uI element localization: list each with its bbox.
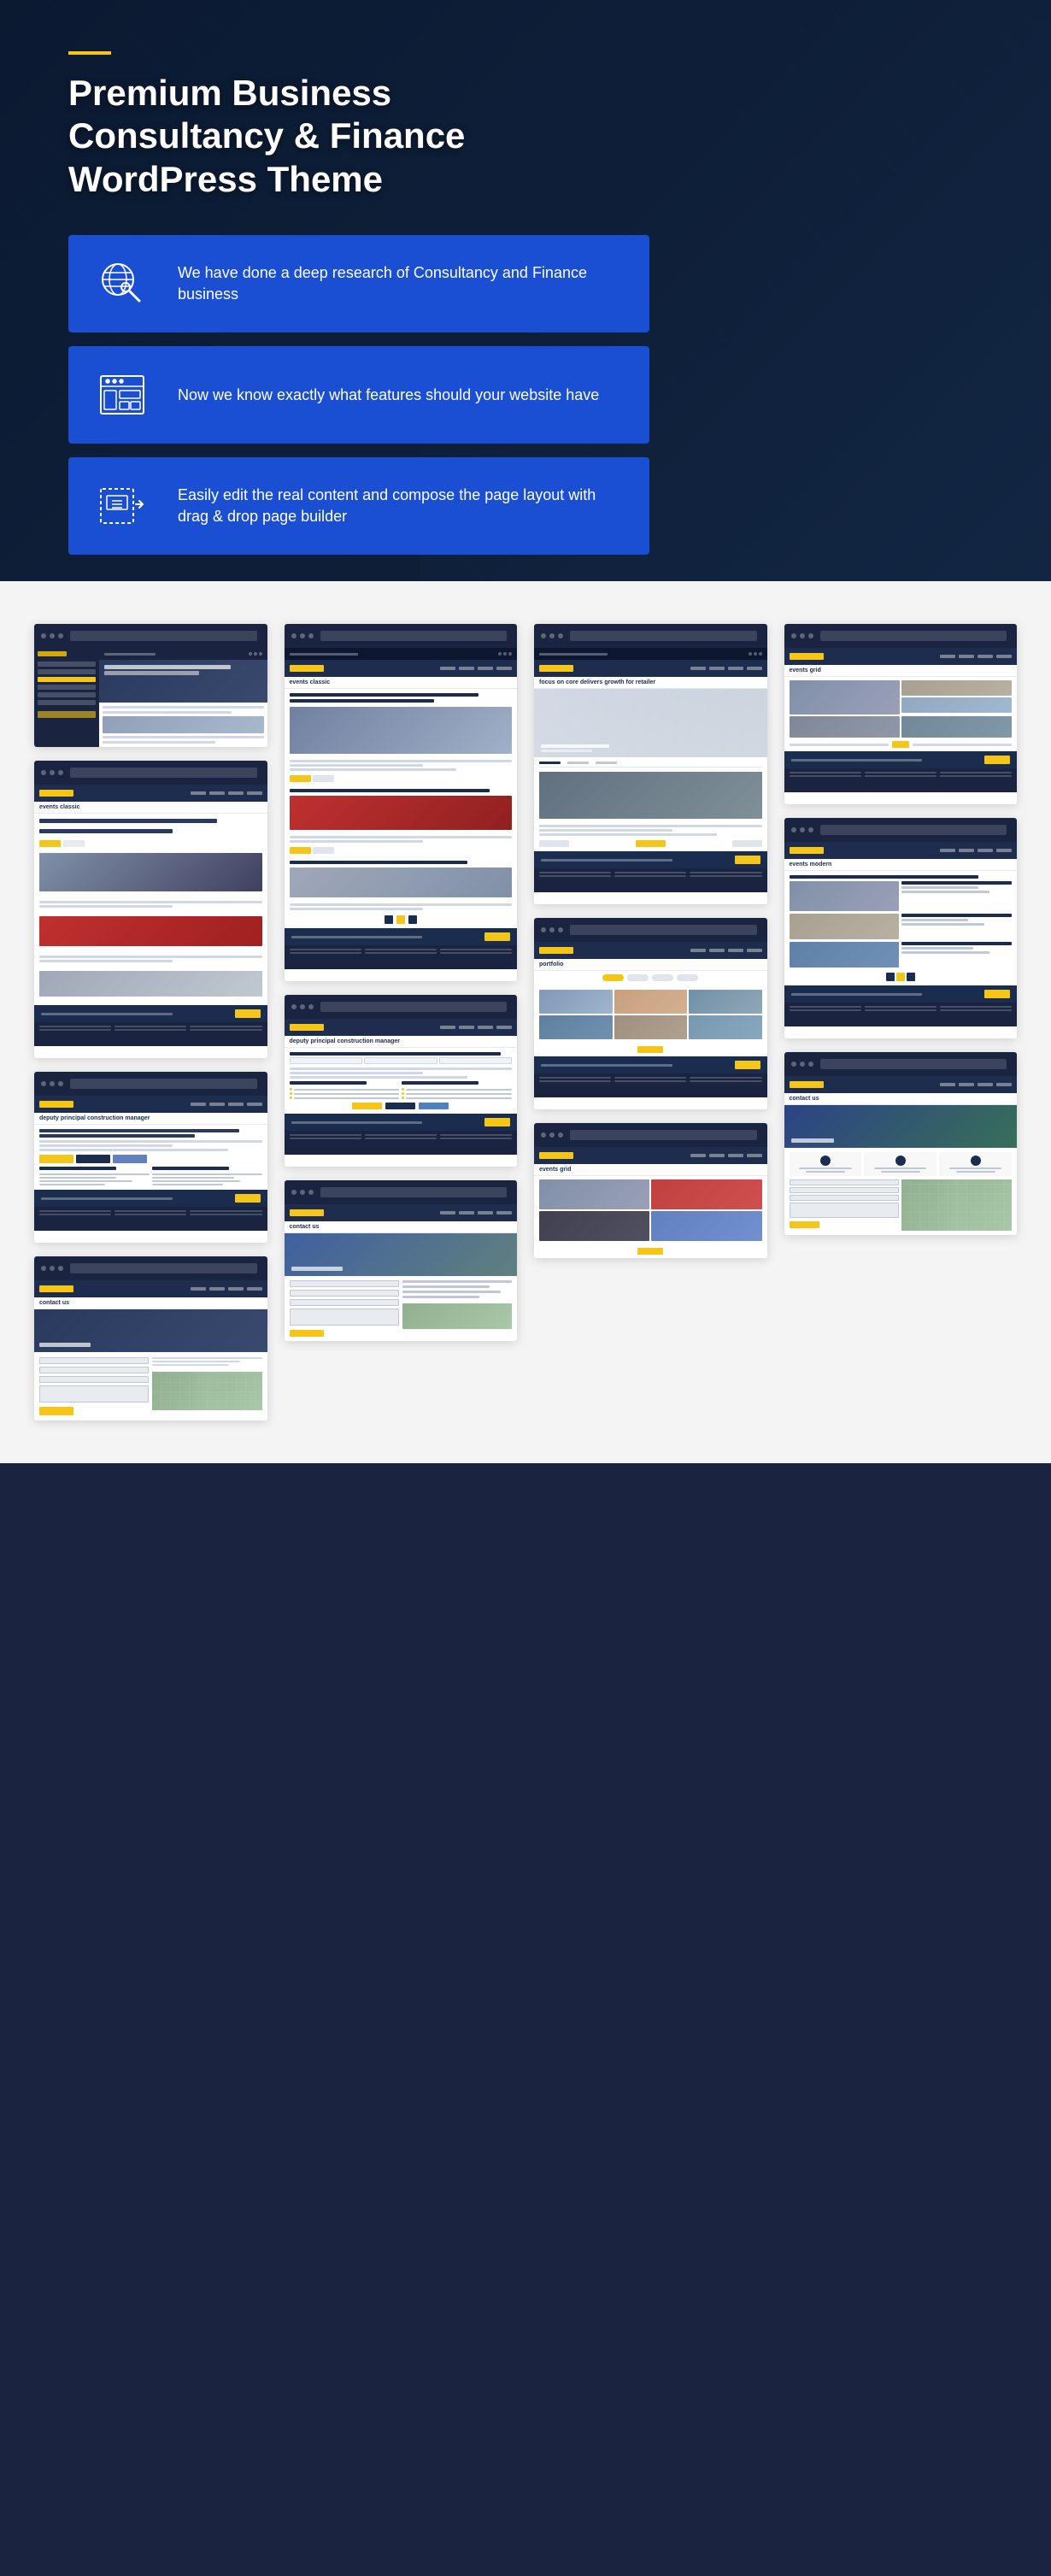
hero-section: Premium Business Consultancy & Finance W… — [0, 0, 1051, 581]
browser-chrome — [34, 1256, 267, 1280]
feature-card-1: We have done a deep research of Consulta… — [68, 235, 649, 332]
hero-content: Premium Business Consultancy & Finance W… — [68, 51, 983, 555]
page-label: events grid — [534, 1164, 767, 1176]
screenshot-focus[interactable]: focus on core delivers growth for retail… — [534, 624, 767, 904]
browser-chrome — [285, 995, 518, 1019]
page-label: events grid — [784, 665, 1018, 677]
drag-drop-svg — [97, 480, 148, 532]
screenshot-events-classic[interactable]: events classic — [34, 761, 267, 1058]
screenshot-contact-form[interactable]: contact us — [285, 1180, 518, 1341]
page-label: contact us — [285, 1221, 518, 1233]
page-label: contact us — [34, 1297, 267, 1309]
screenshot-events-grid[interactable]: events grid — [784, 624, 1018, 804]
browser-chrome — [285, 1180, 518, 1204]
page-label: deputy principal construction manager — [285, 1036, 518, 1048]
feature-text-3: Easily edit the real content and compose… — [178, 485, 625, 527]
browser-chrome — [34, 624, 267, 648]
page-label: events classic — [285, 677, 518, 689]
browser-chrome — [784, 1052, 1018, 1076]
screenshot-contact[interactable]: contact us — [34, 1256, 267, 1420]
screenshot-col-4: events grid — [784, 624, 1018, 1235]
hero-accent-line — [68, 51, 111, 55]
browser-chrome — [784, 818, 1018, 842]
browser-chrome — [534, 918, 767, 942]
screenshot-job[interactable]: deputy principal construction manager — [34, 1072, 267, 1243]
screenshot-col-3: focus on core delivers growth for retail… — [534, 624, 767, 1258]
page-label: focus on core delivers growth for retail… — [534, 677, 767, 689]
hero-title: Premium Business Consultancy & Finance W… — [68, 72, 513, 201]
screenshot-col-2: events classic — [285, 624, 518, 1341]
browser-chrome — [784, 624, 1018, 648]
screenshot-portfolio[interactable]: portfolio — [534, 918, 767, 1109]
browser-chrome — [534, 624, 767, 648]
feature-card-2: Now we know exactly what features should… — [68, 346, 649, 444]
feature-cards-list: We have done a deep research of Consulta… — [68, 235, 983, 555]
browser-layout-svg — [97, 369, 148, 421]
screenshot-sidebar[interactable] — [34, 624, 267, 747]
screenshot-blog[interactable]: events classic — [285, 624, 518, 981]
screenshots-section: events classic — [0, 581, 1051, 1463]
screenshot-col-1: events classic — [34, 624, 267, 1420]
browser-chrome — [34, 761, 267, 785]
browser-chrome — [285, 624, 518, 648]
page-label: deputy principal construction manager — [34, 1113, 267, 1125]
screenshot-contact-2[interactable]: contact us — [784, 1052, 1018, 1235]
browser-chrome — [34, 1072, 267, 1096]
page-label: contact us — [784, 1093, 1018, 1105]
page-label: events classic — [34, 802, 267, 814]
screenshot-events-modern[interactable]: events modern — [784, 818, 1018, 1038]
feature-card-3: Easily edit the real content and compose… — [68, 457, 649, 555]
screenshot-job-detail[interactable]: deputy principal construction manager — [285, 995, 518, 1167]
drag-drop-icon — [92, 476, 152, 536]
sidebar-layout-preview — [34, 648, 267, 747]
browser-chrome — [534, 1123, 767, 1147]
feature-text-1: We have done a deep research of Consulta… — [178, 262, 625, 305]
globe-search-icon — [92, 254, 152, 314]
browser-layout-icon — [92, 365, 152, 425]
globe-search-svg — [97, 258, 148, 309]
screenshot-events-grid-small[interactable]: events grid — [534, 1123, 767, 1258]
page-label: events modern — [784, 859, 1018, 871]
page-label: portfolio — [534, 959, 767, 971]
feature-text-2: Now we know exactly what features should… — [178, 385, 599, 406]
